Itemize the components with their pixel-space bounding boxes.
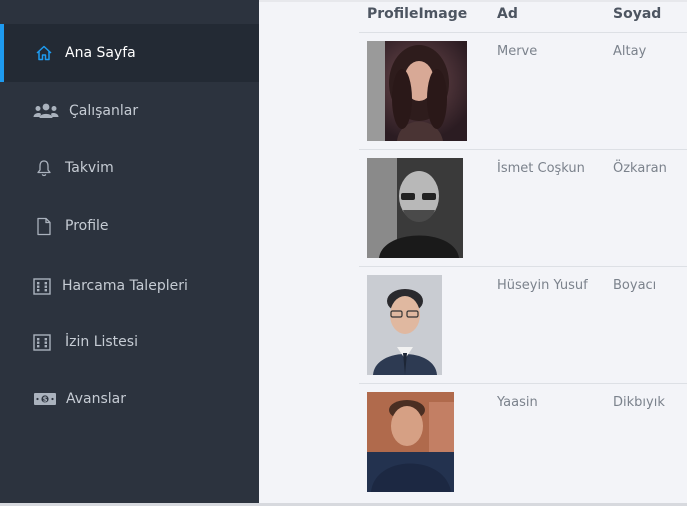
sidebar-item-ana-sayfa[interactable]: Ana Sayfa bbox=[0, 24, 259, 82]
header-separator bbox=[359, 32, 687, 33]
sidebar-item-harcama-talepleri[interactable]: Harcama Talepleri bbox=[0, 257, 259, 315]
active-indicator bbox=[0, 24, 4, 82]
main-content: ProfileImage Ad Soyad Merve Altay İsmet … bbox=[259, 0, 687, 503]
row-separator bbox=[359, 383, 687, 384]
row-separator bbox=[359, 149, 687, 150]
sidebar-top bbox=[0, 0, 259, 24]
sidebar-item-label: Ana Sayfa bbox=[65, 45, 136, 61]
row-separator bbox=[359, 266, 687, 267]
sidebar-item-label: İzin Listesi bbox=[65, 334, 138, 350]
svg-text:$: $ bbox=[43, 396, 48, 404]
cell-soyad: Altay bbox=[613, 44, 647, 59]
list-box-icon bbox=[31, 331, 53, 353]
column-header-soyad[interactable]: Soyad bbox=[613, 6, 661, 22]
cell-ad: Merve bbox=[497, 44, 538, 59]
profile-photo bbox=[367, 158, 463, 258]
users-icon bbox=[33, 100, 59, 122]
bell-icon bbox=[33, 157, 55, 179]
profile-photo bbox=[367, 275, 442, 375]
sidebar-item-profile[interactable]: Profile bbox=[0, 197, 259, 255]
sidebar-item-label: Çalışanlar bbox=[69, 103, 139, 119]
list-box-icon bbox=[31, 275, 53, 297]
sidebar-item-calisanlar[interactable]: Çalışanlar bbox=[0, 82, 259, 140]
sidebar-item-label: Avanslar bbox=[66, 391, 127, 407]
cell-ad: Yaasin bbox=[497, 395, 538, 410]
sidebar-item-avanslar[interactable]: $ Avanslar bbox=[0, 370, 259, 428]
column-header-profileimage[interactable]: ProfileImage bbox=[367, 6, 467, 22]
document-icon bbox=[33, 215, 55, 237]
sidebar-item-label: Profile bbox=[65, 218, 109, 234]
profile-photo bbox=[367, 392, 454, 492]
home-icon bbox=[33, 42, 55, 64]
cell-soyad: Dikbıyık bbox=[613, 395, 665, 410]
cell-ad: İsmet Coşkun bbox=[497, 161, 585, 176]
sidebar-item-label: Takvim bbox=[65, 160, 114, 176]
cell-soyad: Boyacı bbox=[613, 278, 657, 293]
cell-soyad: Özkaran bbox=[613, 161, 667, 176]
sidebar-item-label: Harcama Talepleri bbox=[62, 278, 188, 294]
profile-photo bbox=[367, 41, 467, 141]
sidebar-item-izin-listesi[interactable]: İzin Listesi bbox=[0, 313, 259, 371]
sidebar-item-takvim[interactable]: Takvim bbox=[0, 139, 259, 197]
money-icon: $ bbox=[33, 388, 57, 410]
column-header-ad[interactable]: Ad bbox=[497, 6, 518, 22]
top-divider bbox=[259, 0, 687, 2]
sidebar: Ana Sayfa Çalışanlar Takvim Profile Harc… bbox=[0, 0, 259, 503]
cell-ad: Hüseyin Yusuf bbox=[497, 278, 588, 293]
